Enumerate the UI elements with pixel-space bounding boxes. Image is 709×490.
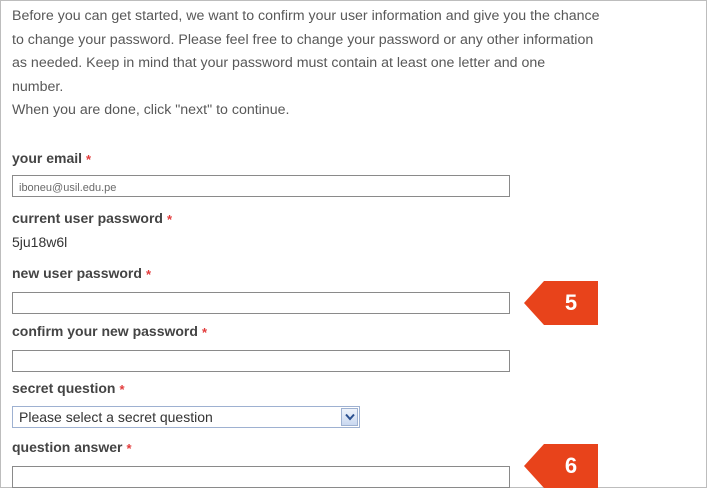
question-answer-field[interactable]	[12, 466, 510, 488]
secret-question-selected: Please select a secret question	[19, 409, 213, 425]
question-answer-label: question answer *	[12, 439, 132, 456]
confirm-password-label: confirm your new password *	[12, 323, 207, 340]
intro-text: Before you can get started, we want to c…	[12, 5, 702, 123]
chevron-down-icon	[345, 413, 355, 421]
callout-pointer	[524, 444, 544, 488]
intro-line: as needed. Keep in mind that your passwo…	[12, 55, 546, 71]
callout-pointer	[524, 281, 544, 325]
required-marker: *	[119, 382, 125, 397]
intro-line: number.	[12, 78, 64, 95]
callout-number: 6	[544, 444, 598, 488]
new-password-label-text: new user password	[12, 265, 142, 281]
new-password-field[interactable]	[12, 292, 510, 314]
required-marker: *	[166, 212, 172, 227]
confirm-password-field[interactable]	[12, 350, 510, 372]
secret-question-select[interactable]: Please select a secret question	[12, 406, 360, 428]
dropdown-button[interactable]	[341, 408, 358, 426]
callout-number: 5	[544, 281, 598, 325]
callout-5: 5	[524, 281, 598, 325]
secret-question-label: secret question *	[12, 380, 125, 397]
intro-line: to change your password. Please feel fre…	[12, 31, 594, 48]
intro-line: When you are done, click "next" to conti…	[12, 102, 290, 118]
secret-question-label-text: secret question	[12, 380, 116, 396]
callout-6: 6	[524, 444, 598, 488]
required-marker: *	[86, 152, 92, 167]
required-marker: *	[145, 267, 151, 282]
required-marker: *	[201, 325, 207, 340]
email-label-text: your email	[12, 150, 83, 166]
current-password-label: current user password *	[12, 210, 172, 227]
email-label: your email *	[12, 150, 92, 167]
current-password-label-text: current user password	[12, 210, 163, 226]
intro-line: Before you can get started, we want to c…	[12, 8, 600, 24]
current-password-value: 5ju18w6l	[12, 234, 68, 250]
new-password-label: new user password *	[12, 265, 151, 282]
question-answer-label-text: question answer	[12, 439, 123, 455]
required-marker: *	[126, 441, 132, 456]
email-field[interactable]	[12, 175, 510, 197]
confirm-password-label-text: confirm your new password	[12, 323, 198, 339]
